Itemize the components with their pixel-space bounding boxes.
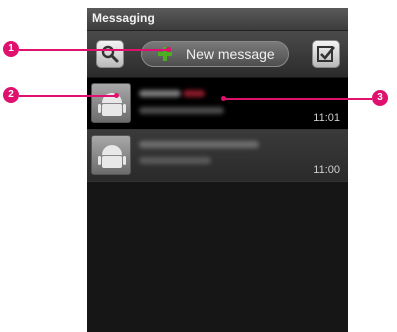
toolbar: New message xyxy=(87,31,348,77)
checkbox-icon xyxy=(317,46,336,62)
message-time: 11:00 xyxy=(313,164,340,176)
callout-badge-1: 1 xyxy=(3,41,19,57)
new-message-label: New message xyxy=(186,46,275,62)
search-button[interactable] xyxy=(96,40,124,68)
callout-line-3 xyxy=(224,98,372,100)
callout-line-1 xyxy=(19,49,169,51)
message-time: 11:01 xyxy=(313,112,340,124)
contact-name-redacted xyxy=(139,90,181,97)
select-button[interactable] xyxy=(312,40,340,68)
android-contact-icon xyxy=(98,145,126,168)
new-message-button[interactable]: New message xyxy=(141,41,289,67)
phone-screen: Messaging New message 11:01 11:00 xyxy=(87,8,348,332)
avatar xyxy=(91,135,131,175)
app-title: Messaging xyxy=(92,11,155,25)
message-snippet-redacted xyxy=(139,157,211,164)
message-snippet-redacted xyxy=(139,107,224,114)
conversation-row[interactable]: 11:01 xyxy=(87,78,348,130)
callout-badge-2: 2 xyxy=(3,87,19,103)
callout-dot-1 xyxy=(166,47,171,52)
conversation-row[interactable]: 11:00 xyxy=(87,130,348,182)
android-contact-icon xyxy=(98,93,126,116)
search-icon xyxy=(101,45,119,63)
callout-badge-3: 3 xyxy=(372,90,388,106)
plus-icon xyxy=(158,47,172,61)
callout-dot-3 xyxy=(221,96,226,101)
title-bar: Messaging xyxy=(87,8,348,31)
contact-name-redacted xyxy=(139,141,259,148)
contact-name-redacted-suffix xyxy=(183,90,205,97)
callout-line-2 xyxy=(19,95,117,97)
callout-dot-2 xyxy=(114,93,119,98)
avatar xyxy=(91,83,131,123)
